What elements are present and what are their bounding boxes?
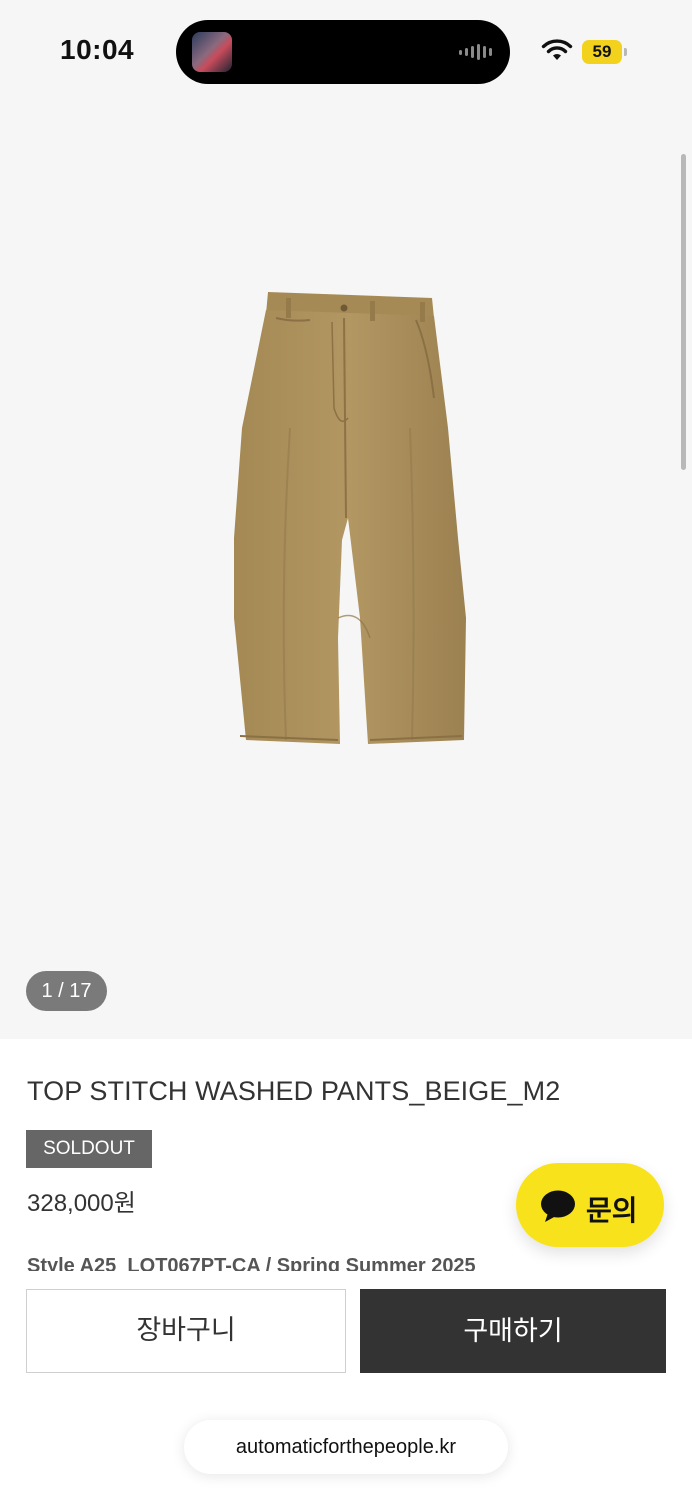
add-to-cart-button[interactable]: 장바구니	[26, 1289, 346, 1373]
soldout-badge: SOLDOUT	[26, 1130, 152, 1168]
bottom-action-bar: 장바구니 구매하기 automaticforthepeople.kr	[0, 1271, 692, 1500]
image-page-indicator: 1 / 17	[26, 971, 107, 1011]
browser-url-bar[interactable]: automaticforthepeople.kr	[184, 1420, 508, 1474]
product-image-gallery[interactable]: 1 / 17	[0, 100, 692, 1039]
product-title: TOP STITCH WASHED PANTS_BEIGE_M2	[27, 1076, 561, 1106]
status-bar: 10:04 59	[0, 0, 692, 100]
inquiry-button[interactable]: 문의	[516, 1163, 664, 1247]
dynamic-island[interactable]	[176, 20, 510, 84]
status-time: 10:04	[60, 34, 135, 65]
now-playing-artwork	[192, 32, 232, 72]
product-price: 328,000원	[27, 1190, 136, 1217]
wifi-icon	[541, 39, 573, 60]
battery-nub	[624, 48, 627, 56]
chat-bubble-icon	[541, 1190, 575, 1222]
product-image[interactable]	[220, 288, 470, 754]
audio-waveform-icon	[459, 44, 492, 60]
battery-icon: 59	[582, 40, 627, 64]
inquiry-label: 문의	[586, 1195, 638, 1226]
battery-level: 59	[592, 42, 612, 61]
buy-now-button[interactable]: 구매하기	[360, 1289, 666, 1373]
scrollbar[interactable]	[681, 154, 686, 470]
